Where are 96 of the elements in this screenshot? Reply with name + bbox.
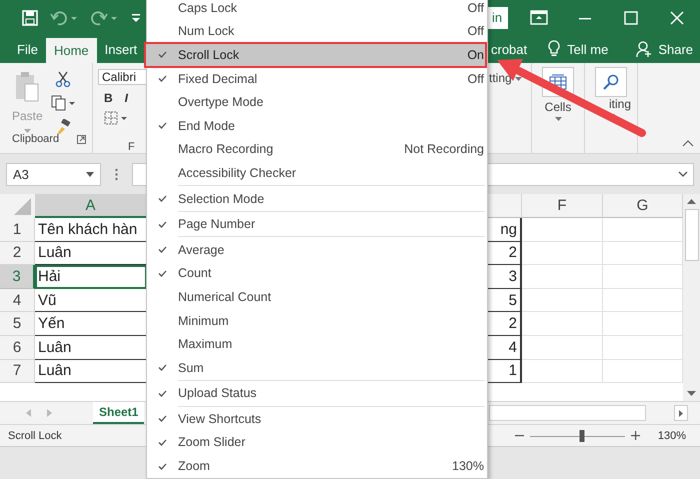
row-header[interactable]: 3 <box>0 265 35 289</box>
table-cell[interactable]: 3 <box>508 268 517 285</box>
table-cell[interactable] <box>522 336 603 360</box>
column-header[interactable]: F <box>522 194 603 218</box>
menu-item[interactable]: Upload Status <box>147 382 487 406</box>
styles-dropdown[interactable]: tting <box>489 71 512 85</box>
row-header[interactable]: 6 <box>0 336 35 360</box>
row-header[interactable]: 2 <box>0 242 35 266</box>
zoom-in-icon[interactable] <box>630 431 640 440</box>
share-button[interactable]: Share <box>658 42 694 56</box>
menu-item[interactable]: Minimum <box>147 308 487 332</box>
dialog-launcher-icon[interactable] <box>77 134 86 144</box>
save-icon[interactable] <box>22 10 38 26</box>
column-header[interactable]: G <box>603 194 683 218</box>
ribbon-tab[interactable]: File <box>9 42 46 56</box>
table-cell[interactable] <box>522 265 603 289</box>
table-cell[interactable] <box>522 360 603 384</box>
menu-item[interactable]: View Shortcuts <box>147 407 487 431</box>
undo-icon[interactable] <box>50 10 78 26</box>
font-name-field[interactable]: Calibri <box>98 69 147 85</box>
table-cell[interactable]: 2 <box>508 315 517 332</box>
table-cell[interactable]: Luân <box>38 362 72 380</box>
table-cell[interactable] <box>522 288 603 312</box>
scroll-right-icon <box>679 410 683 416</box>
table-cell[interactable] <box>522 218 603 242</box>
table-cell[interactable]: Hải <box>38 268 61 285</box>
editing-button[interactable]: iting <box>608 97 631 111</box>
maximize-icon[interactable] <box>622 8 640 26</box>
menu-item[interactable]: Overtype Mode <box>147 90 487 114</box>
scroll-right-button[interactable] <box>674 405 688 421</box>
redo-icon[interactable] <box>90 10 118 26</box>
borders-icon[interactable] <box>104 111 128 125</box>
group-label: F <box>127 140 136 153</box>
menu-item[interactable]: Average <box>147 238 487 262</box>
row-header[interactable]: 4 <box>0 288 35 312</box>
menu-item[interactable]: Macro Recording Not Recording <box>147 138 487 162</box>
group-label: Clipboard <box>12 133 60 145</box>
copy-icon[interactable] <box>50 95 75 111</box>
menu-item[interactable]: Maximum <box>147 332 487 356</box>
menu-item[interactable]: Sum <box>147 356 487 380</box>
menu-item[interactable]: Zoom Slider <box>147 430 487 454</box>
ribbon-display-icon[interactable] <box>530 8 548 26</box>
menu-item[interactable]: Scroll Lock On <box>147 43 487 67</box>
person-icon[interactable] <box>636 40 652 58</box>
table-cell[interactable]: Luân <box>38 338 72 356</box>
table-cell[interactable]: 1 <box>508 362 517 380</box>
tell-me-field[interactable]: Tell me <box>567 42 608 56</box>
menu-item[interactable]: Fixed Decimal Off <box>147 66 487 90</box>
horizontal-scrollbar[interactable] <box>489 405 646 421</box>
column-header[interactable]: A <box>35 194 147 218</box>
table-cell[interactable] <box>522 242 603 266</box>
more-icon[interactable] <box>115 168 118 180</box>
scissors-icon[interactable] <box>54 71 71 87</box>
collapse-ribbon-icon[interactable] <box>682 140 694 147</box>
table-cell[interactable]: Tên khách hàn <box>38 220 138 238</box>
table-cell[interactable]: ng <box>500 220 517 238</box>
ribbon-tab[interactable]: crobat <box>491 42 542 56</box>
menu-item[interactable]: Num Lock Off <box>147 20 487 44</box>
customize-icon[interactable] <box>130 12 142 24</box>
ribbon-tab[interactable]: Insert <box>96 42 138 56</box>
menu-item[interactable]: End Mode <box>147 114 487 138</box>
row-header[interactable]: 1 <box>0 218 35 242</box>
zoom-level[interactable]: 130% <box>658 430 686 442</box>
sign-in-button[interactable]: in <box>486 6 508 28</box>
italic-button[interactable]: I <box>124 91 128 105</box>
row-header[interactable]: 5 <box>0 312 35 336</box>
name-box[interactable]: A3 <box>6 162 101 186</box>
menu-item[interactable]: Selection Mode <box>147 186 487 210</box>
table-cell[interactable]: 4 <box>508 338 517 356</box>
sheet-tab[interactable]: Sheet1 <box>93 402 144 424</box>
cells-icon[interactable] <box>549 74 567 90</box>
scrollbar-thumb[interactable] <box>684 209 698 261</box>
menu-item[interactable]: Count <box>147 262 487 286</box>
menu-item[interactable]: Zoom 130% <box>147 454 487 478</box>
row-header[interactable]: 7 <box>0 360 35 384</box>
menu-item[interactable]: Numerical Count <box>147 285 487 309</box>
ribbon-tab[interactable]: Home <box>46 38 97 63</box>
bold-button[interactable]: B <box>104 91 113 105</box>
menu-item[interactable]: Page Number <box>147 212 487 236</box>
scroll-down-icon[interactable] <box>687 391 696 397</box>
paste-icon[interactable] <box>13 71 42 103</box>
cells-button[interactable]: Cells <box>544 100 572 114</box>
status-text: Scroll Lock <box>8 430 62 442</box>
table-cell[interactable]: Yến <box>38 315 65 332</box>
table-cell[interactable]: Luân <box>38 244 72 262</box>
format-painter-icon[interactable] <box>54 119 71 135</box>
table-cell[interactable] <box>522 312 603 336</box>
search-icon[interactable] <box>603 74 619 90</box>
close-icon[interactable] <box>668 8 686 26</box>
table-cell[interactable]: 2 <box>508 244 517 262</box>
menu-item[interactable]: Caps Lock Off <box>147 0 487 20</box>
scroll-up-icon[interactable] <box>687 198 696 204</box>
table-cell[interactable]: Vũ <box>38 292 56 309</box>
table-cell[interactable]: 5 <box>508 292 517 309</box>
lightbulb-icon[interactable] <box>547 39 562 59</box>
menu-item[interactable]: Accessibility Checker <box>147 161 487 185</box>
